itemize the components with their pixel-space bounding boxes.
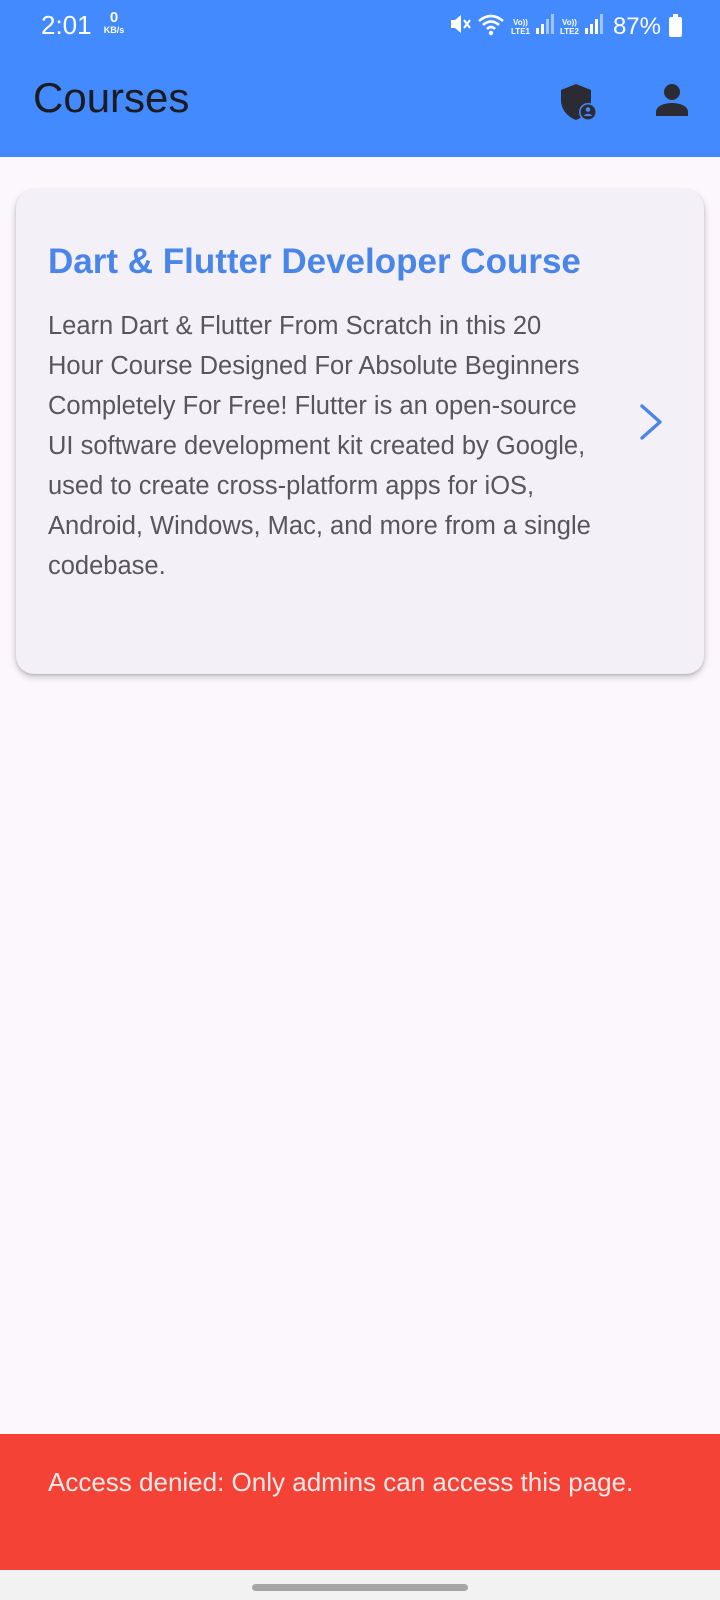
status-bar: 2:01 0 KB/s Vo)) LTE1 Vo)) LTE2 87% (0, 0, 720, 52)
signal-icon (584, 14, 603, 39)
wifi-icon (477, 12, 505, 41)
battery-icon (669, 13, 682, 37)
profile-person-icon (654, 82, 690, 123)
course-description: Learn Dart & Flutter From Scratch in thi… (48, 312, 591, 580)
mute-icon (449, 12, 471, 41)
volte-label-1: Vo)) (513, 17, 528, 27)
signal-icon (535, 14, 554, 39)
access-denied-snackbar: Access denied: Only admins can access th… (0, 1434, 720, 1570)
network-speed-value: 0 (109, 9, 119, 26)
chevron-right-icon[interactable] (630, 402, 670, 442)
system-nav-bar (0, 1570, 720, 1600)
network-speed: 0 KB/s (99, 10, 129, 35)
snackbar-message: Access denied: Only admins can access th… (48, 1467, 634, 1497)
home-gesture-handle[interactable] (252, 1584, 468, 1591)
status-icons: Vo)) LTE1 Vo)) LTE2 87% (449, 12, 682, 41)
app-bar: Courses (0, 52, 720, 157)
sim1-indicator: Vo)) LTE1 (511, 18, 530, 36)
network-speed-unit: KB/s (103, 25, 125, 35)
page-title: Courses (33, 74, 190, 121)
sim2-indicator: Vo)) LTE2 (560, 18, 579, 36)
sim1-label: LTE1 (511, 26, 530, 36)
status-time: 2:01 (41, 10, 92, 40)
course-title: Dart & Flutter Developer Course (48, 242, 581, 281)
course-card[interactable]: Dart & Flutter Developer Course Learn Da… (16, 190, 704, 674)
admin-shield-icon (558, 82, 598, 127)
sim2-label: LTE2 (559, 26, 579, 36)
volte-label-2: Vo)) (561, 17, 577, 27)
admin-button[interactable] (552, 78, 604, 130)
battery-percent: 87% (612, 12, 661, 40)
profile-button[interactable] (646, 76, 698, 128)
